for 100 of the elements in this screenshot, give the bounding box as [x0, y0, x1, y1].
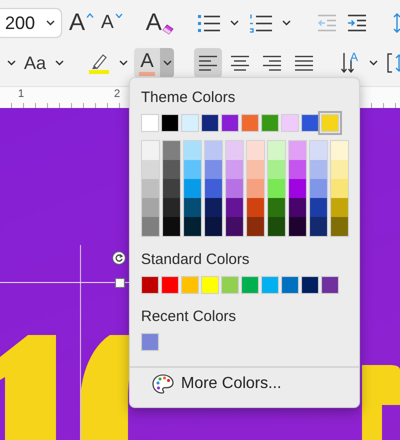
font-size-field[interactable]: 200	[0, 8, 62, 38]
color-swatch[interactable]	[163, 141, 180, 160]
color-swatch[interactable]	[161, 276, 179, 294]
align-left-icon	[198, 55, 218, 71]
color-swatch[interactable]	[221, 114, 239, 132]
bulleted-list-icon	[196, 13, 221, 33]
color-swatch[interactable]	[261, 114, 279, 132]
color-swatch[interactable]	[268, 160, 285, 179]
chevron-icon	[368, 60, 378, 66]
color-swatch[interactable]	[226, 217, 243, 236]
justify-icon	[294, 55, 314, 71]
color-swatch[interactable]	[268, 198, 285, 217]
color-swatch[interactable]	[163, 217, 180, 236]
color-swatch[interactable]	[268, 217, 285, 236]
color-swatch[interactable]	[184, 141, 201, 160]
align-center-icon	[230, 55, 250, 71]
dropdown-button[interactable]	[160, 48, 174, 78]
color-swatch[interactable]	[268, 179, 285, 198]
color-swatch[interactable]	[331, 160, 348, 179]
color-swatch[interactable]	[268, 141, 285, 160]
resize-handle[interactable]	[115, 278, 125, 288]
color-swatch[interactable]	[184, 179, 201, 198]
outdent-icon	[316, 14, 337, 32]
color-swatch[interactable]	[142, 198, 159, 217]
color-swatch[interactable]	[289, 160, 306, 179]
color-swatch[interactable]	[141, 114, 159, 132]
color-swatch[interactable]	[310, 217, 327, 236]
align-left-button[interactable]	[194, 48, 222, 78]
chevron-icon	[230, 20, 240, 26]
color-swatch[interactable]	[163, 179, 180, 198]
color-swatch[interactable]	[331, 217, 348, 236]
color-swatch[interactable]	[321, 276, 339, 294]
color-swatch[interactable]	[247, 179, 264, 198]
align-right-icon	[262, 55, 282, 71]
color-swatch[interactable]	[226, 160, 243, 179]
color-swatch[interactable]	[141, 333, 159, 351]
color-swatch[interactable]	[205, 160, 222, 179]
indent-icon	[346, 14, 367, 32]
color-swatch[interactable]	[142, 141, 159, 160]
color-swatch[interactable]	[181, 276, 199, 294]
color-swatch[interactable]	[247, 160, 264, 179]
chevron-icon	[6, 60, 16, 66]
color-swatch[interactable]	[142, 160, 159, 179]
color-swatch[interactable]	[226, 141, 243, 160]
color-swatch[interactable]	[301, 114, 319, 132]
color-swatch[interactable]	[247, 141, 264, 160]
section-title: Theme Colors	[141, 89, 236, 106]
more-colors-item[interactable]: More Colors...	[141, 368, 359, 394]
color-swatch[interactable]	[142, 179, 159, 198]
color-swatch[interactable]	[281, 276, 299, 294]
color-swatch[interactable]	[184, 198, 201, 217]
color-swatch[interactable]	[142, 217, 159, 236]
caret-up-icon	[86, 13, 94, 18]
color-swatch[interactable]	[261, 276, 279, 294]
change-case-button[interactable]: Aa	[22, 48, 48, 78]
ruler-number: 1	[18, 88, 24, 100]
color-swatch[interactable]	[321, 114, 339, 132]
color-swatch[interactable]	[289, 141, 306, 160]
color-swatch[interactable]	[201, 276, 219, 294]
palette-icon	[152, 374, 174, 394]
color-swatch[interactable]	[289, 179, 306, 198]
color-swatch[interactable]	[221, 276, 239, 294]
chevron-icon	[282, 20, 292, 26]
color-swatch[interactable]	[141, 276, 159, 294]
color-swatch[interactable]	[281, 114, 299, 132]
eraser-icon	[160, 24, 174, 35]
rotate-handle-icon[interactable]	[112, 251, 126, 265]
clear-formatting-button[interactable]: A	[142, 8, 174, 38]
color-swatch[interactable]	[241, 276, 259, 294]
grow-font-button[interactable]: A	[66, 8, 94, 38]
color-swatch[interactable]	[289, 198, 306, 217]
font-color-button[interactable]: A	[134, 48, 160, 78]
color-swatch[interactable]	[310, 141, 327, 160]
color-swatch[interactable]	[163, 198, 180, 217]
color-swatch[interactable]	[205, 141, 222, 160]
color-swatch[interactable]	[205, 179, 222, 198]
color-swatch[interactable]	[201, 114, 219, 132]
color-swatch[interactable]	[184, 160, 201, 179]
color-swatch[interactable]	[161, 114, 179, 132]
color-swatch[interactable]	[301, 276, 319, 294]
section-title: Standard Colors	[141, 251, 250, 268]
color-swatch[interactable]	[331, 198, 348, 217]
color-swatch[interactable]	[226, 198, 243, 217]
color-swatch[interactable]	[289, 217, 306, 236]
color-swatch[interactable]	[310, 198, 327, 217]
color-swatch[interactable]	[163, 160, 180, 179]
color-swatch[interactable]	[247, 217, 264, 236]
color-swatch[interactable]	[181, 114, 199, 132]
color-swatch[interactable]	[310, 179, 327, 198]
color-swatch[interactable]	[331, 179, 348, 198]
color-swatch[interactable]	[247, 198, 264, 217]
color-swatch[interactable]	[205, 198, 222, 217]
color-swatch[interactable]	[226, 179, 243, 198]
color-swatch[interactable]	[241, 114, 259, 132]
color-swatch[interactable]	[205, 217, 222, 236]
color-swatch[interactable]	[184, 217, 201, 236]
color-swatch[interactable]	[331, 141, 348, 160]
chevron-icon	[118, 60, 128, 66]
shrink-font-button[interactable]: A	[98, 8, 123, 38]
color-swatch[interactable]	[310, 160, 327, 179]
